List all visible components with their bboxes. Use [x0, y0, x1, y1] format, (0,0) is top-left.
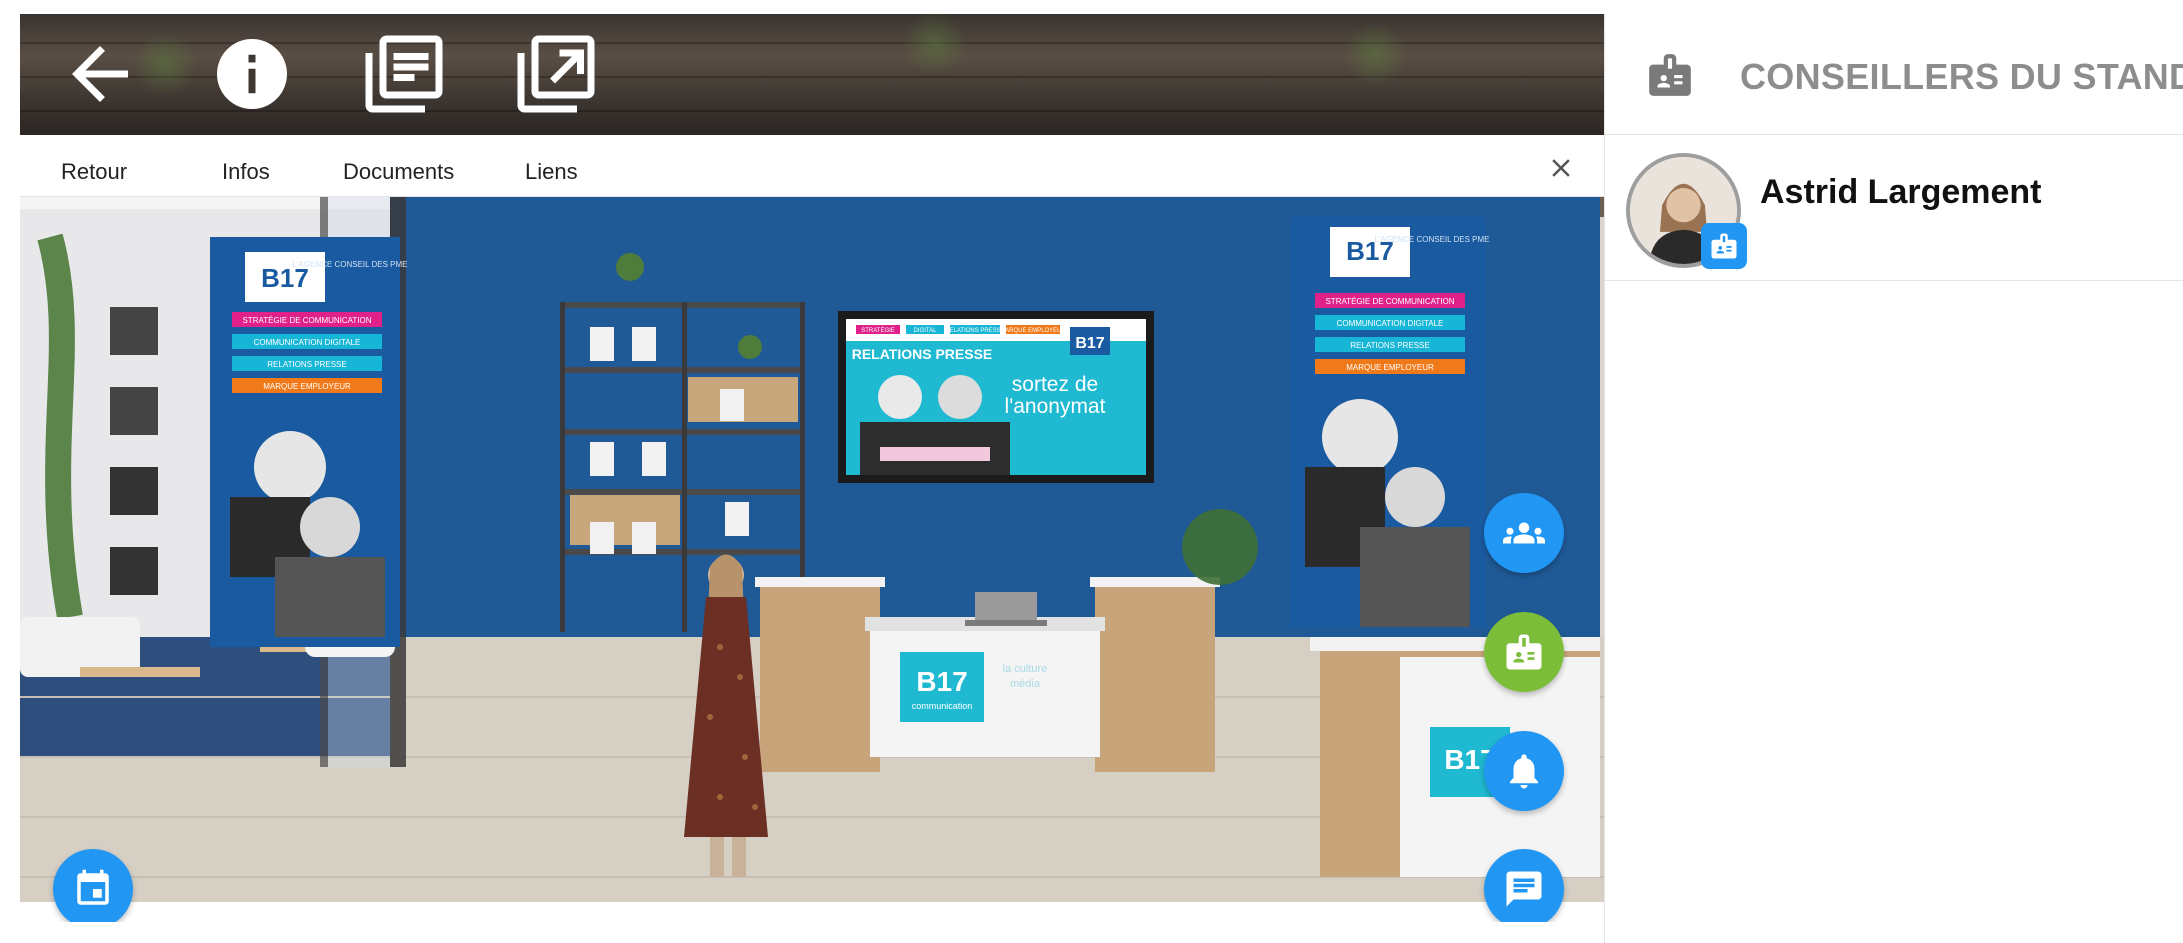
visitors-button[interactable]: [1484, 493, 1564, 573]
screen-line-2: l'anonymat: [1005, 395, 1106, 418]
advisor-list-item[interactable]: Astrid Largement: [1605, 135, 2183, 281]
close-icon[interactable]: [1546, 153, 1576, 183]
info-label[interactable]: Infos: [222, 159, 270, 185]
info-button[interactable]: [210, 32, 294, 116]
advisors-panel: CONSEILLERS DU STAND Astrid Largement: [1604, 14, 2183, 943]
top-toolbar: [20, 14, 1604, 135]
group-icon: [1503, 522, 1545, 544]
banner-left-item-2: COMMUNICATION DIGITALE: [254, 338, 361, 347]
documents-label[interactable]: Documents: [343, 159, 454, 185]
desk-side-text-1: la culture: [1003, 663, 1048, 675]
banner-left-tagline: L'AGENCE CONSEIL DES PME: [292, 260, 407, 269]
chat-icon: [1506, 871, 1542, 907]
desk-brand: B17: [916, 666, 967, 697]
booth-stage-panel: Retour Infos Documents Liens B17 L'AGENC…: [20, 14, 1604, 943]
banner-left-item-4: MARQUE EMPLOYEUR: [263, 382, 351, 391]
external-link-icon: [517, 35, 595, 113]
documents-icon: [365, 35, 443, 113]
banner-right-item-1: STRATÉGIE DE COMMUNICATION: [1325, 297, 1454, 306]
chat-button[interactable]: [1484, 849, 1564, 922]
banner-right-item-4: MARQUE EMPLOYEUR: [1346, 363, 1434, 372]
advisor-badge: [1701, 223, 1747, 269]
banner-left-item-1: STRATÉGIE DE COMMUNICATION: [242, 316, 371, 325]
booth-scene: B17 L'AGENCE CONSEIL DES PME STRATÉGIE D…: [20, 197, 1604, 922]
screen-tag-2: DIGITAL: [914, 328, 938, 334]
desk-side-text-2: média: [1010, 678, 1041, 690]
notifications-button[interactable]: [1484, 731, 1564, 811]
calendar-icon: [77, 869, 109, 905]
screen-tag-1: STRATÉGIE: [861, 327, 895, 334]
links-label[interactable]: Liens: [525, 159, 578, 185]
banner-right-item-3: RELATIONS PRESSE: [1350, 341, 1429, 350]
back-label[interactable]: Retour: [61, 159, 127, 185]
documents-button[interactable]: [362, 32, 446, 116]
bell-icon: [1510, 754, 1538, 789]
screen-tag-3: RELATIONS PRESSE: [945, 328, 1005, 334]
info-icon: [217, 39, 287, 109]
advisor-name: Astrid Largement: [1760, 173, 2042, 211]
back-button[interactable]: [58, 32, 142, 116]
banner-right-item-2: COMMUNICATION DIGITALE: [1337, 319, 1444, 328]
screen-tag-4: MARQUE EMPLOYEUR: [1000, 328, 1066, 334]
links-button[interactable]: [514, 32, 598, 116]
calendar-button[interactable]: [53, 849, 133, 922]
banner-right-tagline: L'AGENCE CONSEIL DES PME: [1374, 235, 1489, 244]
badge-icon: [1649, 54, 1691, 96]
advisors-panel-header: CONSEILLERS DU STAND: [1605, 14, 2183, 135]
screen-line-1: sortez de: [1012, 373, 1098, 396]
screen-brand: B17: [1075, 335, 1104, 352]
badge-icon: [1711, 233, 1737, 259]
advisors-panel-title: CONSEILLERS DU STAND: [1740, 56, 2183, 97]
badge-icon: [1506, 634, 1542, 670]
banner-left-item-3: RELATIONS PRESSE: [267, 360, 346, 369]
desk-brand-sub: communication: [912, 701, 973, 711]
toolbar-labels: Retour Infos Documents Liens: [20, 135, 1604, 197]
virtual-booth-app: Retour Infos Documents Liens B17 L'AGENC…: [0, 0, 2183, 943]
arrow-back-icon: [72, 46, 128, 102]
screen-heading: RELATIONS PRESSE: [852, 346, 993, 362]
booth-illustration: B17 L'AGENCE CONSEIL DES PME STRATÉGIE D…: [20, 197, 1604, 922]
advisors-button[interactable]: [1484, 612, 1564, 692]
